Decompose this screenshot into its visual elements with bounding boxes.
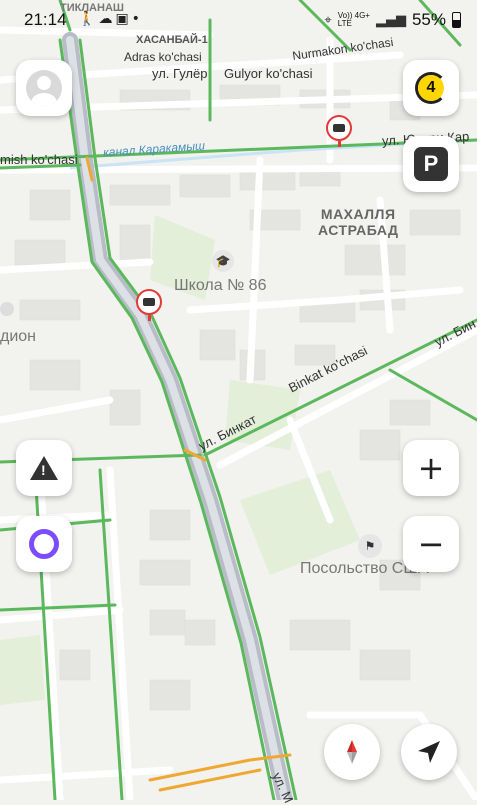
street-label-mish: mish ko'chasi: [0, 152, 78, 167]
image-icon: ▣: [115, 11, 132, 27]
warning-icon: !: [30, 456, 58, 480]
compass-button[interactable]: [324, 724, 380, 780]
signal-icon: ▂▄▆: [375, 12, 406, 28]
status-bar: 21:14 🚶☁▣• ⌖ Vo)) 4G+ LTE ▂▄▆ 55%: [0, 0, 477, 40]
lte-label: LTE: [337, 19, 352, 28]
report-incident-button[interactable]: !: [16, 440, 72, 496]
parking-button[interactable]: P: [403, 136, 459, 192]
speed-camera-icon[interactable]: [326, 115, 352, 147]
locate-icon: [418, 741, 440, 763]
battery-icon: [452, 12, 461, 28]
flag-icon[interactable]: ⚑: [358, 534, 382, 558]
network-indicator: Vo)) 4G+ LTE: [338, 12, 370, 28]
school-label[interactable]: Школа № 86: [174, 277, 266, 295]
zoom-in-button[interactable]: +: [403, 440, 459, 496]
plus-icon: +: [417, 449, 445, 487]
district-label: МАХАЛЛЯ АСТРАБАД: [318, 206, 398, 238]
alice-assistant-button[interactable]: [16, 516, 72, 572]
traffic-score: 4: [418, 75, 444, 101]
my-location-button[interactable]: [401, 724, 457, 780]
cloud-icon: ☁: [98, 11, 116, 27]
traffic-score-button[interactable]: 4: [403, 60, 459, 116]
alice-icon: [29, 529, 59, 559]
dot-icon: •: [131, 11, 143, 27]
clock: 21:14: [24, 10, 67, 29]
street-label-adras: Adras ko'chasi: [124, 50, 202, 64]
battery-percent: 55%: [411, 10, 446, 29]
minus-icon: −: [417, 525, 445, 563]
profile-button[interactable]: [16, 60, 72, 116]
avatar-icon: [26, 70, 62, 106]
street-label-gulyor-uz: Gulyor ko'chasi: [224, 66, 313, 81]
walk-icon: 🚶: [78, 11, 99, 27]
location-icon: ⌖: [324, 12, 332, 28]
speed-camera-icon[interactable]: [136, 289, 162, 321]
stadium-icon: [0, 302, 14, 316]
stadium-label[interactable]: дион: [0, 328, 36, 346]
zoom-out-button[interactable]: −: [403, 516, 459, 572]
notification-icons: 🚶☁▣•: [78, 11, 143, 27]
network-type: 4G+: [354, 11, 370, 20]
parking-icon: P: [414, 147, 448, 181]
district-line2: АСТРАБАД: [318, 222, 399, 238]
district-line1: МАХАЛЛЯ: [320, 206, 396, 222]
street-label-gulyor-ru: ул. Гулёр: [152, 66, 208, 81]
status-right: ⌖ Vo)) 4G+ LTE ▂▄▆ 55%: [324, 10, 461, 30]
school-icon[interactable]: 🎓: [212, 250, 234, 272]
map-canvas[interactable]: [0, 0, 477, 800]
warning-mark: !: [41, 462, 46, 478]
compass-icon: [347, 740, 357, 764]
